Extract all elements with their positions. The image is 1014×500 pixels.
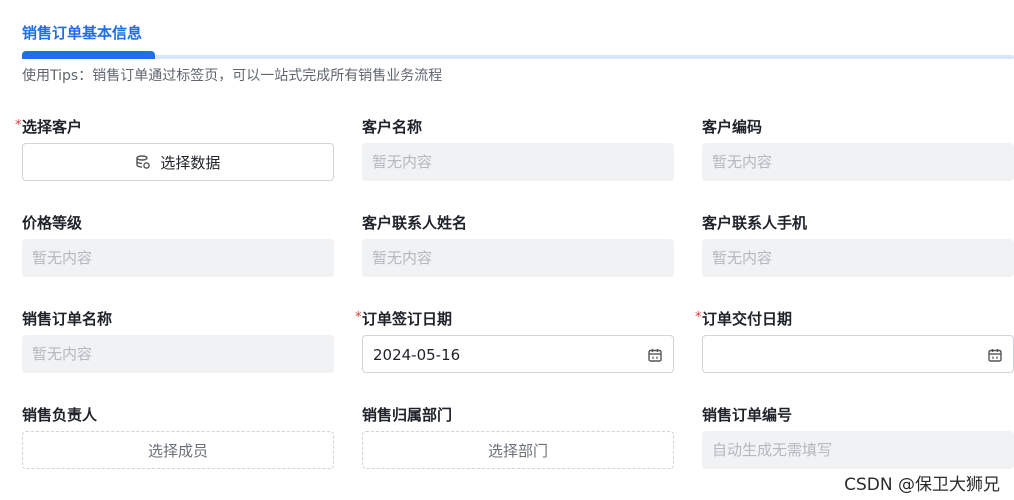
- section-tab-header: 销售订单基本信息: [0, 0, 1014, 60]
- field-label-text: 价格等级: [22, 214, 83, 232]
- select-department-button[interactable]: 选择部门: [362, 431, 674, 469]
- required-mark: *: [15, 118, 22, 133]
- select-data-button[interactable]: 选择数据: [22, 143, 334, 181]
- field-delivery-date: * 订单交付日期: [695, 309, 1014, 373]
- field-label-text: 销售订单名称: [22, 310, 113, 328]
- field-sales-owner: 销售负责人 选择成员: [22, 405, 334, 469]
- field-label-text: 销售负责人: [22, 406, 98, 424]
- order-number-input: 自动生成无需填写: [702, 431, 1014, 469]
- field-order-number: 销售订单编号 自动生成无需填写: [702, 405, 1014, 469]
- sign-date-picker[interactable]: 2024-05-16: [362, 335, 674, 373]
- contact-phone-input[interactable]: 暂无内容: [702, 239, 1014, 277]
- price-level-input[interactable]: 暂无内容: [22, 239, 334, 277]
- field-label: * 订单签订日期: [355, 309, 674, 329]
- field-contact-phone: 客户联系人手机 暂无内容: [702, 213, 1014, 277]
- watermark: CSDN @保卫大狮兄: [844, 475, 1000, 495]
- select-member-button[interactable]: 选择成员: [22, 431, 334, 469]
- field-label-text: 客户联系人手机: [702, 214, 808, 232]
- calendar-icon[interactable]: [647, 347, 663, 363]
- select-data-label: 选择数据: [160, 154, 221, 172]
- usage-tips: 使用Tips：销售订单通过标签页，可以一站式完成所有销售业务流程: [22, 68, 443, 84]
- field-label-text: 客户编码: [702, 118, 763, 136]
- delivery-date-picker[interactable]: [702, 335, 1014, 373]
- required-mark: *: [355, 310, 362, 325]
- field-label-text: 客户名称: [362, 118, 423, 136]
- section-title[interactable]: 销售订单基本信息: [22, 22, 142, 43]
- field-customer-code: 客户编码 暂无内容: [702, 117, 1014, 181]
- field-customer-name: 客户名称 暂无内容: [362, 117, 674, 181]
- field-price-level: 价格等级 暂无内容: [22, 213, 334, 277]
- field-label: * 选择客户: [15, 117, 334, 137]
- required-mark: *: [695, 310, 702, 325]
- database-icon: [135, 155, 150, 169]
- field-sign-date: * 订单签订日期 2024-05-16: [355, 309, 674, 373]
- field-label-text: 客户联系人姓名: [362, 214, 468, 232]
- sign-date-value: 2024-05-16: [373, 346, 461, 364]
- contact-name-input[interactable]: 暂无内容: [362, 239, 674, 277]
- field-order-name: 销售订单名称 暂无内容: [22, 309, 334, 373]
- field-label-text: 订单签订日期: [362, 310, 453, 328]
- calendar-icon[interactable]: [987, 347, 1003, 363]
- customer-code-input[interactable]: 暂无内容: [702, 143, 1014, 181]
- field-label-text: 选择客户: [22, 118, 83, 136]
- field-label: * 订单交付日期: [695, 309, 1014, 329]
- field-label-text: 订单交付日期: [702, 310, 793, 328]
- order-name-input[interactable]: 暂无内容: [22, 335, 334, 373]
- field-label-text: 销售订单编号: [702, 406, 793, 424]
- tab-underline-active: [22, 51, 155, 59]
- field-label-text: 销售归属部门: [362, 406, 453, 424]
- customer-name-input[interactable]: 暂无内容: [362, 143, 674, 181]
- field-sales-department: 销售归属部门 选择部门: [362, 405, 674, 469]
- field-contact-name: 客户联系人姓名 暂无内容: [362, 213, 674, 277]
- field-select-customer: * 选择客户 选择数据: [15, 117, 334, 181]
- tab-underline-track: [22, 55, 1014, 59]
